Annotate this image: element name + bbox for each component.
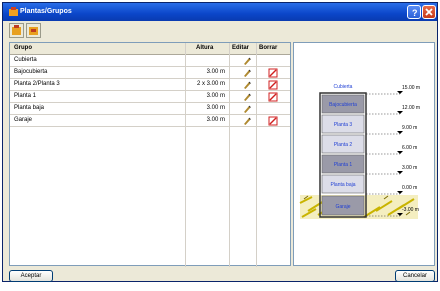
group-name: Planta 2/Planta 3 — [14, 81, 60, 87]
header-edit[interactable]: Editar — [232, 45, 249, 52]
level-label: 9.00 m — [402, 125, 417, 131]
group-height: 3.00 m — [206, 93, 225, 99]
close-button[interactable] — [422, 5, 436, 19]
floor-planta-baja[interactable]: Planta baja — [321, 174, 365, 194]
group-name: Bajocubierta — [14, 69, 48, 75]
level-label: -3.00 m — [402, 207, 419, 213]
group-height: 3.00 m — [206, 69, 225, 75]
section-svg: Bajocubierta Planta 3 Planta 2 Planta 1 … — [299, 84, 420, 219]
edit-pencil-icon[interactable] — [242, 104, 252, 114]
insert-floor-icon — [29, 27, 38, 35]
table-header: Grupo Altura Editar Borrar — [10, 43, 290, 55]
accept-button[interactable]: Aceptar — [9, 270, 53, 282]
delete-icon[interactable] — [268, 80, 278, 90]
floor-label: Planta 1 — [334, 162, 353, 168]
group-height: 3.00 m — [206, 105, 225, 111]
cancel-button[interactable]: Cancelar — [395, 270, 435, 282]
table-row[interactable]: Cubierta — [10, 55, 290, 67]
header-group[interactable]: Grupo — [14, 45, 32, 52]
app-icon — [9, 7, 18, 16]
building-section-diagram: Bajocubierta Planta 3 Planta 2 Planta 1 … — [293, 42, 435, 266]
insert-group-button[interactable] — [26, 23, 41, 38]
floor-label: Garaje — [335, 204, 350, 210]
header-height[interactable]: Altura — [196, 45, 213, 52]
floor-garaje[interactable]: Garaje — [321, 195, 365, 216]
toolbar — [9, 23, 49, 39]
group-height: 3.00 m — [206, 117, 225, 123]
svg-text:?: ? — [412, 8, 418, 18]
edit-pencil-icon[interactable] — [242, 116, 252, 126]
floor-bajocubierta[interactable]: Bajocubierta — [321, 94, 365, 114]
level-label: 6.00 m — [402, 145, 417, 151]
table-row[interactable]: Bajocubierta 3.00 m — [10, 67, 290, 79]
level-label: 3.00 m — [402, 165, 417, 171]
edit-pencil-icon[interactable] — [242, 68, 252, 78]
table-row[interactable]: Planta 1 3.00 m — [10, 91, 290, 103]
edit-pencil-icon[interactable] — [242, 92, 252, 102]
table-row[interactable]: Garaje 3.00 m — [10, 115, 290, 127]
dialog-window: Plantas/Grupos ? Grupo Altura Editar Bor… — [2, 2, 438, 282]
group-height: 2 x 3.00 m — [196, 81, 225, 87]
level-label: 15.00 m — [402, 85, 420, 91]
title-bar: Plantas/Grupos ? — [3, 3, 437, 21]
floor-planta-3[interactable]: Planta 3 — [321, 114, 365, 134]
table-row[interactable]: Planta baja 3.00 m — [10, 103, 290, 115]
edit-pencil-icon[interactable] — [242, 80, 252, 90]
delete-icon[interactable] — [268, 92, 278, 102]
floor-label: Planta 2 — [334, 142, 353, 148]
new-group-button[interactable] — [9, 23, 24, 38]
group-name: Planta 1 — [14, 93, 37, 99]
floor-label: Planta 3 — [334, 122, 353, 128]
window-title: Plantas/Grupos — [20, 8, 72, 15]
floor-label: Bajocubierta — [329, 102, 357, 108]
header-delete[interactable]: Borrar — [259, 45, 277, 52]
delete-icon[interactable] — [268, 116, 278, 126]
help-button[interactable]: ? — [407, 5, 421, 19]
help-icon: ? — [412, 8, 418, 18]
delete-icon[interactable] — [268, 68, 278, 78]
edit-pencil-icon[interactable] — [242, 56, 252, 66]
floor-planta-1[interactable]: Planta 1 — [321, 154, 365, 174]
group-name: Cubierta — [14, 57, 37, 63]
floor-planta-2[interactable]: Planta 2 — [321, 134, 365, 154]
close-icon — [425, 8, 433, 16]
level-label: 12.00 m — [402, 105, 420, 111]
groups-table: Grupo Altura Editar Borrar Cubierta Bajo… — [9, 42, 291, 267]
table-row[interactable]: Planta 2/Planta 3 2 x 3.00 m — [10, 79, 290, 91]
group-name: Planta baja — [14, 105, 45, 111]
roof-label: Cubierta — [334, 84, 353, 90]
group-name: Garaje — [14, 117, 33, 123]
floor-label: Planta baja — [330, 182, 355, 188]
level-label: 0.00 m — [402, 185, 417, 191]
add-floor-icon — [12, 25, 21, 35]
